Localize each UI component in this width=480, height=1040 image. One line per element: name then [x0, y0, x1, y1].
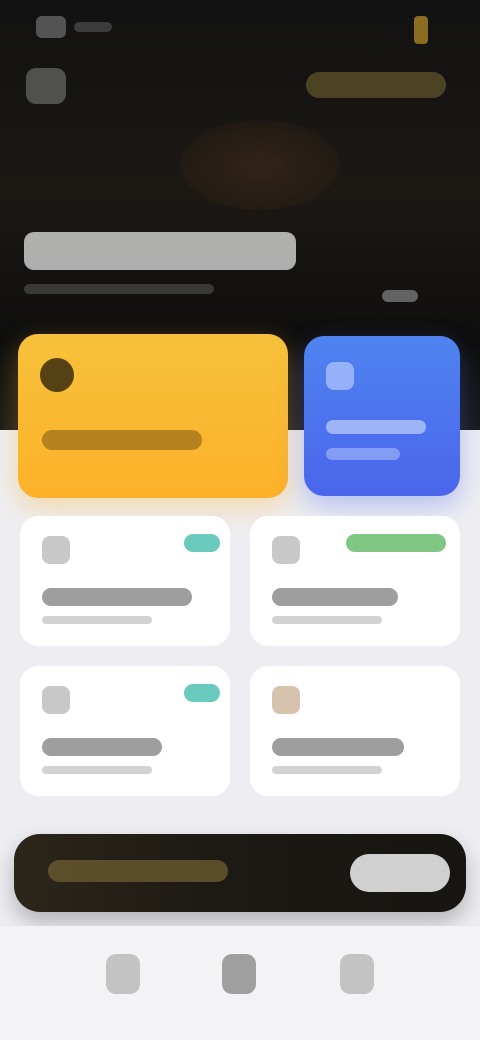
tile-icon: [272, 536, 300, 564]
banner-button[interactable]: [350, 854, 450, 892]
square-icon: [326, 362, 354, 390]
tile-label: [42, 738, 162, 756]
grid-icon[interactable]: [26, 68, 66, 104]
status-icon: [414, 16, 428, 44]
secondary-card-title: [326, 420, 426, 434]
tile-subtitle: [42, 766, 152, 774]
bottom-nav: [0, 926, 480, 1040]
feature-tile-4[interactable]: [250, 666, 460, 796]
secondary-card-subtitle: [326, 448, 400, 460]
tile-subtitle: [272, 766, 382, 774]
hero-subtitle: [24, 284, 214, 294]
profile-icon[interactable]: [340, 954, 374, 994]
tile-icon: [42, 536, 70, 564]
hero-link[interactable]: [382, 290, 418, 302]
feature-tile-3[interactable]: [20, 666, 230, 796]
tile-label: [272, 738, 404, 756]
top-right-pill[interactable]: [306, 72, 446, 98]
status-badge: [184, 534, 220, 552]
feature-tile-2[interactable]: [250, 516, 460, 646]
status-bar: [0, 0, 480, 56]
center-icon[interactable]: [222, 954, 256, 994]
banner-text: [48, 860, 228, 882]
tile-label: [272, 588, 398, 606]
secondary-card[interactable]: [304, 336, 460, 496]
status-badge: [346, 534, 446, 552]
status-time: [36, 16, 66, 38]
feature-tile-1[interactable]: [20, 516, 230, 646]
promo-banner[interactable]: [14, 834, 466, 912]
circle-icon: [40, 358, 74, 392]
hero-title: [24, 232, 296, 270]
tile-subtitle: [272, 616, 382, 624]
primary-card[interactable]: [18, 334, 288, 498]
tile-icon: [272, 686, 300, 714]
primary-card-label: [42, 430, 202, 450]
status-indicators: [74, 22, 112, 32]
tile-icon: [42, 686, 70, 714]
status-badge: [184, 684, 220, 702]
hero-glow: [180, 120, 340, 210]
home-icon[interactable]: [106, 954, 140, 994]
tile-subtitle: [42, 616, 152, 624]
tile-label: [42, 588, 192, 606]
